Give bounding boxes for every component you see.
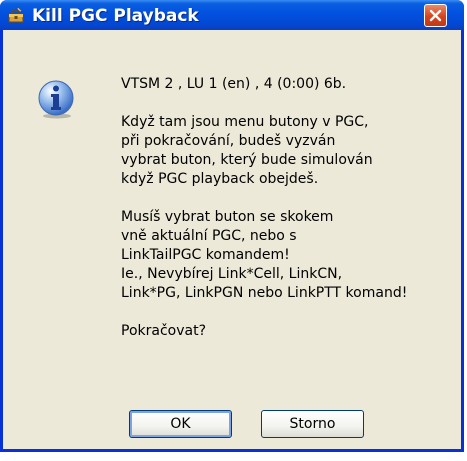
message-paragraph: Pokračovat?: [121, 322, 451, 341]
ok-button[interactable]: OK: [129, 410, 232, 438]
message-line: vybrat buton, který bude simulován: [121, 152, 373, 168]
prompt-question: Pokračovat?: [121, 323, 206, 339]
message-line: Ie., Nevybírej Link*Cell, LinkCN,: [121, 266, 343, 282]
message-text: VTSM 2 , LU 1 (en) , 4 (0:00) 6b. Když t…: [121, 75, 451, 360]
title-bar[interactable]: Kill PGC Playback: [0, 0, 464, 30]
window-title: Kill PGC Playback: [32, 6, 199, 26]
message-line: VTSM 2 , LU 1 (en) , 4 (0:00) 6b.: [121, 76, 347, 92]
message-paragraph: Když tam jsou menu butony v PGC, při pok…: [121, 113, 451, 189]
close-button[interactable]: [424, 4, 447, 27]
message-paragraph: VTSM 2 , LU 1 (en) , 4 (0:00) 6b.: [121, 75, 451, 94]
dialog-window: Kill PGC Playback VTSM 2 , LU 1 (en) , 4…: [0, 0, 464, 452]
message-line: při pokračování, budeš vyzván: [121, 133, 336, 149]
close-icon: [429, 9, 442, 22]
message-line: Musíš vybrat buton se skokem: [121, 209, 334, 225]
message-paragraph: Musíš vybrat buton se skokem vně aktuáln…: [121, 208, 451, 303]
message-line: když PGC playback obejdeš.: [121, 171, 319, 187]
message-line: Když tam jsou menu butony v PGC,: [121, 114, 369, 130]
message-line: vně aktuální PGC, nebo s: [121, 228, 297, 244]
message-line: LinkTailPGC komandem!: [121, 247, 290, 263]
information-icon: [36, 79, 76, 119]
toolbox-icon: [7, 6, 25, 24]
message-line: Link*PG, LinkPGN nebo LinkPTT komand!: [121, 285, 408, 301]
cancel-button[interactable]: Storno: [261, 410, 364, 438]
